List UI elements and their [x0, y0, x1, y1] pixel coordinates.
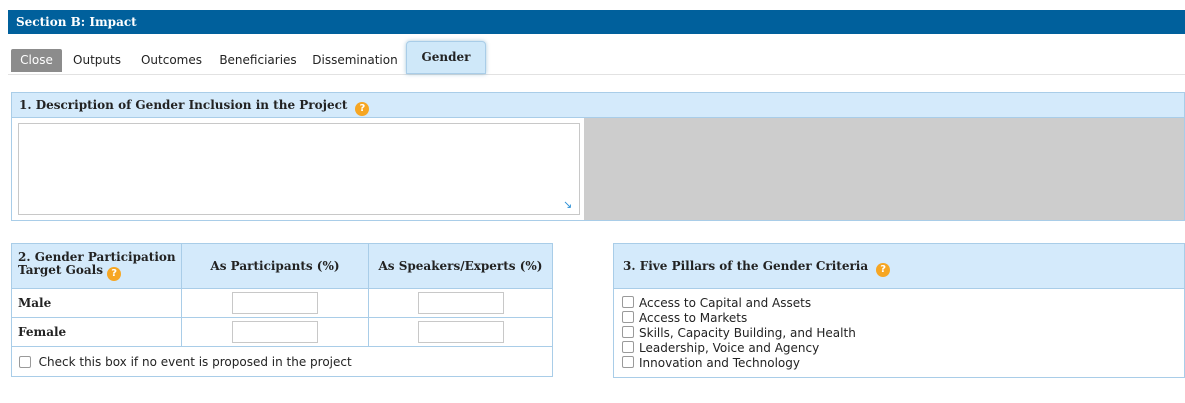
help-icon[interactable]: ? — [876, 263, 891, 277]
pillar-checkbox[interactable] — [622, 341, 634, 353]
tab-outcomes[interactable]: Outcomes — [134, 49, 209, 72]
description-title: 1. Description of Gender Inclusion in th… — [19, 98, 348, 112]
pillar-label: Innovation and Technology — [639, 356, 800, 370]
pillar-checkbox[interactable] — [622, 296, 634, 308]
tab-gender[interactable]: Gender — [406, 41, 486, 74]
list-item: Leadership, Voice and Agency — [622, 341, 1184, 356]
female-participants-input[interactable] — [232, 321, 318, 343]
pillars-panel: 3. Five Pillars of the Gender Criteria? … — [613, 243, 1185, 378]
male-speakers-cell — [368, 288, 553, 318]
table-row: Male — [11, 288, 553, 318]
pillar-label: Skills, Capacity Building, and Health — [639, 326, 856, 340]
help-icon[interactable]: ? — [355, 102, 370, 116]
pillar-checkbox[interactable] — [622, 311, 634, 323]
description-body: ↘ — [12, 118, 1184, 220]
female-participants-cell — [181, 317, 369, 347]
pillar-label: Access to Capital and Assets — [639, 296, 812, 310]
description-header: 1. Description of Gender Inclusion in th… — [12, 93, 1184, 118]
tab-close[interactable]: Close — [11, 49, 62, 72]
list-item: Access to Capital and Assets — [622, 296, 1184, 311]
section-title: Section B: Impact — [8, 10, 1185, 34]
description-side-area — [584, 118, 1184, 220]
resize-handle-icon[interactable]: ↘ — [563, 199, 572, 211]
male-speakers-input[interactable] — [417, 292, 504, 314]
male-row-label: Male — [11, 288, 182, 318]
pillars-list: Access to Capital and Assets Access to M… — [614, 289, 1184, 371]
pillars-title: 3. Five Pillars of the Gender Criteria — [623, 259, 869, 273]
pillars-header: 3. Five Pillars of the Gender Criteria? — [614, 244, 1184, 289]
goals-header-row: 2. Gender Participation Target Goals ? A… — [11, 243, 553, 289]
no-event-checkbox[interactable] — [19, 355, 31, 368]
female-speakers-cell — [368, 317, 553, 347]
gender-goals-table: 2. Gender Participation Target Goals ? A… — [11, 243, 553, 377]
female-row-label: Female — [11, 317, 182, 347]
female-speakers-input[interactable] — [417, 321, 504, 343]
no-event-row: Check this box if no event is proposed i… — [11, 346, 553, 377]
goals-title-cell: 2. Gender Participation Target Goals ? — [11, 243, 182, 289]
tab-dissemination[interactable]: Dissemination — [307, 49, 403, 72]
pillar-checkbox[interactable] — [622, 326, 634, 338]
list-item: Innovation and Technology — [622, 356, 1184, 371]
participants-column-header: As Participants (%) — [181, 243, 369, 289]
no-event-cell: Check this box if no event is proposed i… — [11, 346, 553, 377]
tab-outputs[interactable]: Outputs — [65, 49, 129, 72]
goals-title: 2. Gender Participation Target Goals — [18, 250, 176, 277]
help-icon[interactable]: ? — [107, 267, 122, 281]
male-participants-input[interactable] — [232, 292, 318, 314]
tab-bar: Close Outputs Outcomes Beneficiaries Dis… — [8, 37, 1185, 75]
list-item: Skills, Capacity Building, and Health — [622, 326, 1184, 341]
description-panel: 1. Description of Gender Inclusion in th… — [11, 92, 1185, 221]
no-event-label: Check this box if no event is proposed i… — [38, 354, 352, 369]
pillar-label: Access to Markets — [639, 311, 748, 325]
description-textarea[interactable] — [18, 123, 580, 215]
speakers-column-header: As Speakers/Experts (%) — [368, 243, 553, 289]
pillar-checkbox[interactable] — [622, 356, 634, 368]
tab-beneficiaries[interactable]: Beneficiaries — [214, 49, 302, 72]
pillar-label: Leadership, Voice and Agency — [639, 341, 820, 355]
male-participants-cell — [181, 288, 369, 318]
table-row: Female — [11, 317, 553, 347]
list-item: Access to Markets — [622, 311, 1184, 326]
